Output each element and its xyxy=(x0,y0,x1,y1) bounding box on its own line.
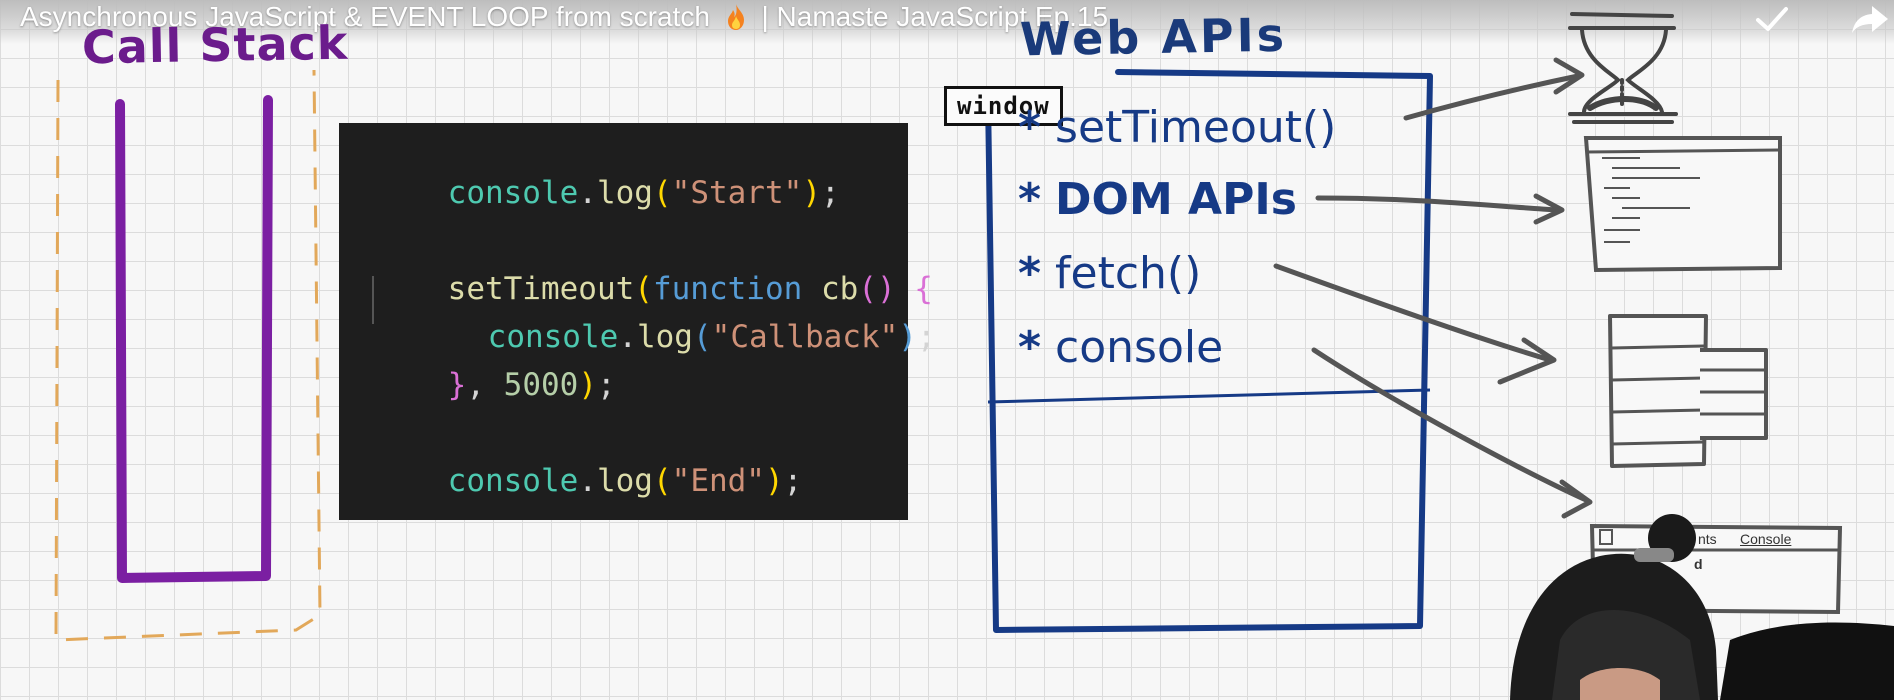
arrow-dom-apis xyxy=(1315,195,1561,213)
star-bullet: * xyxy=(1018,322,1042,373)
hourglass-icon xyxy=(1568,12,1678,124)
devtools-partial-text: d xyxy=(1694,556,1703,572)
arrow-fetch xyxy=(1273,263,1553,363)
web-api-item-console: * console xyxy=(1018,322,1223,373)
web-api-label: fetch() xyxy=(1055,248,1202,299)
web-api-item-dom-apis: * DOM APIs xyxy=(1018,174,1297,225)
devtools-tab-partial: nts xyxy=(1698,531,1717,547)
html-document-icon xyxy=(1583,136,1782,273)
arrow-console xyxy=(1311,347,1589,503)
star-bullet: * xyxy=(1018,174,1042,225)
server-icon xyxy=(1608,314,1768,468)
web-api-label: console xyxy=(1055,322,1224,373)
web-api-label: setTimeout() xyxy=(1055,102,1337,153)
web-apis-divider xyxy=(987,388,1431,404)
star-bullet: * xyxy=(1018,102,1042,153)
devtools-tab-console: Console xyxy=(1740,531,1792,547)
star-bullet: * xyxy=(1018,248,1042,299)
web-api-item-fetch: * fetch() xyxy=(1018,248,1201,299)
web-api-item-settimeout: * setTimeout() xyxy=(1018,102,1336,153)
web-api-label: DOM APIs xyxy=(1055,174,1297,225)
